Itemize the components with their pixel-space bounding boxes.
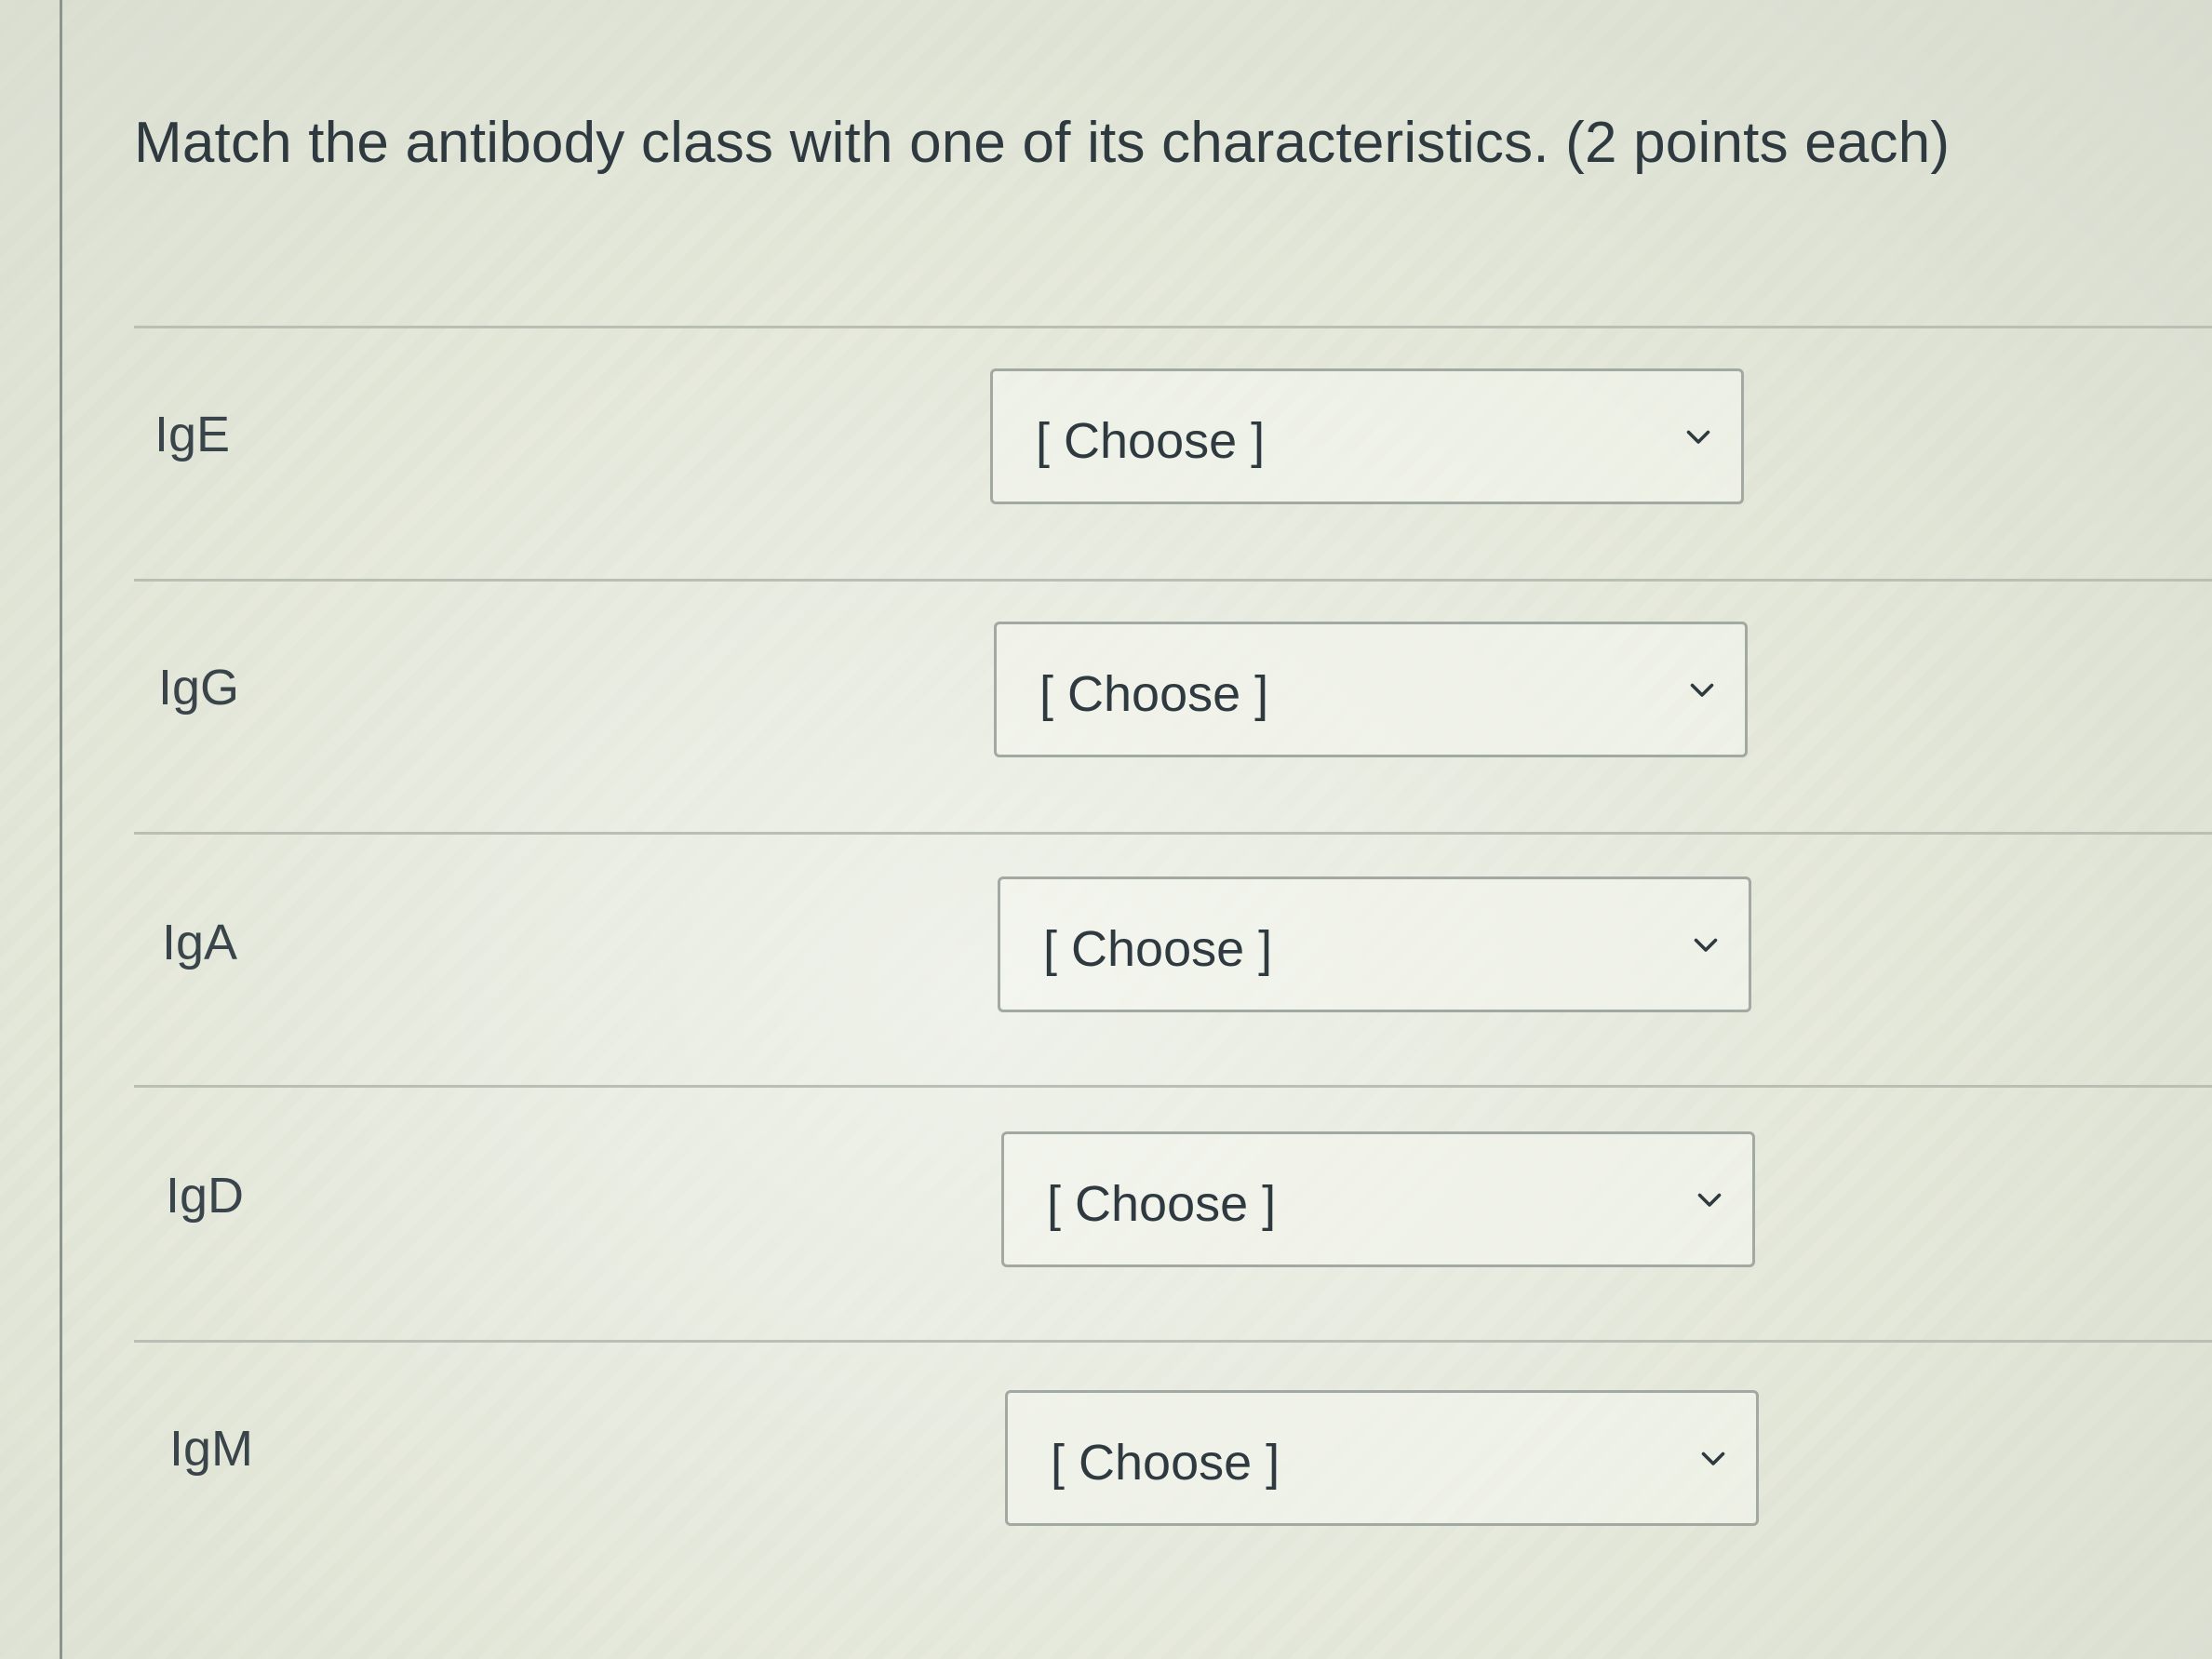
answer-select-igd[interactable]: [ Choose ] <box>1001 1131 1755 1267</box>
row-label-igm: IgM <box>169 1421 254 1477</box>
content-border <box>60 0 62 1659</box>
quiz-screen: Match the antibody class with one of its… <box>0 0 2212 1659</box>
row-label-igd: IgD <box>166 1168 245 1224</box>
row-divider <box>134 1340 2212 1343</box>
row-label-ige: IgE <box>154 407 231 462</box>
select-value: [ Choose ] <box>1043 921 1273 977</box>
chevron-down-icon <box>1690 683 1714 697</box>
row-divider <box>134 832 2212 835</box>
chevron-down-icon <box>1694 938 1718 952</box>
answer-select-ige[interactable]: [ Choose ] <box>990 368 1744 504</box>
answer-select-iga[interactable]: [ Choose ] <box>998 876 1751 1012</box>
row-divider <box>134 326 2212 328</box>
row-label-igg: IgG <box>158 660 240 716</box>
row-divider <box>134 1085 2212 1088</box>
row-label-iga: IgA <box>162 915 238 970</box>
question-title: Match the antibody class with one of its… <box>134 111 1951 175</box>
answer-select-igm[interactable]: [ Choose ] <box>1005 1390 1759 1526</box>
chevron-down-icon <box>1697 1193 1722 1207</box>
select-value: [ Choose ] <box>1039 666 1269 722</box>
answer-select-igg[interactable]: [ Choose ] <box>994 622 1748 757</box>
chevron-down-icon <box>1701 1452 1725 1465</box>
select-value: [ Choose ] <box>1036 413 1266 469</box>
row-divider <box>134 579 2212 582</box>
select-value: [ Choose ] <box>1051 1435 1280 1491</box>
chevron-down-icon <box>1686 430 1710 444</box>
select-value: [ Choose ] <box>1047 1176 1277 1232</box>
